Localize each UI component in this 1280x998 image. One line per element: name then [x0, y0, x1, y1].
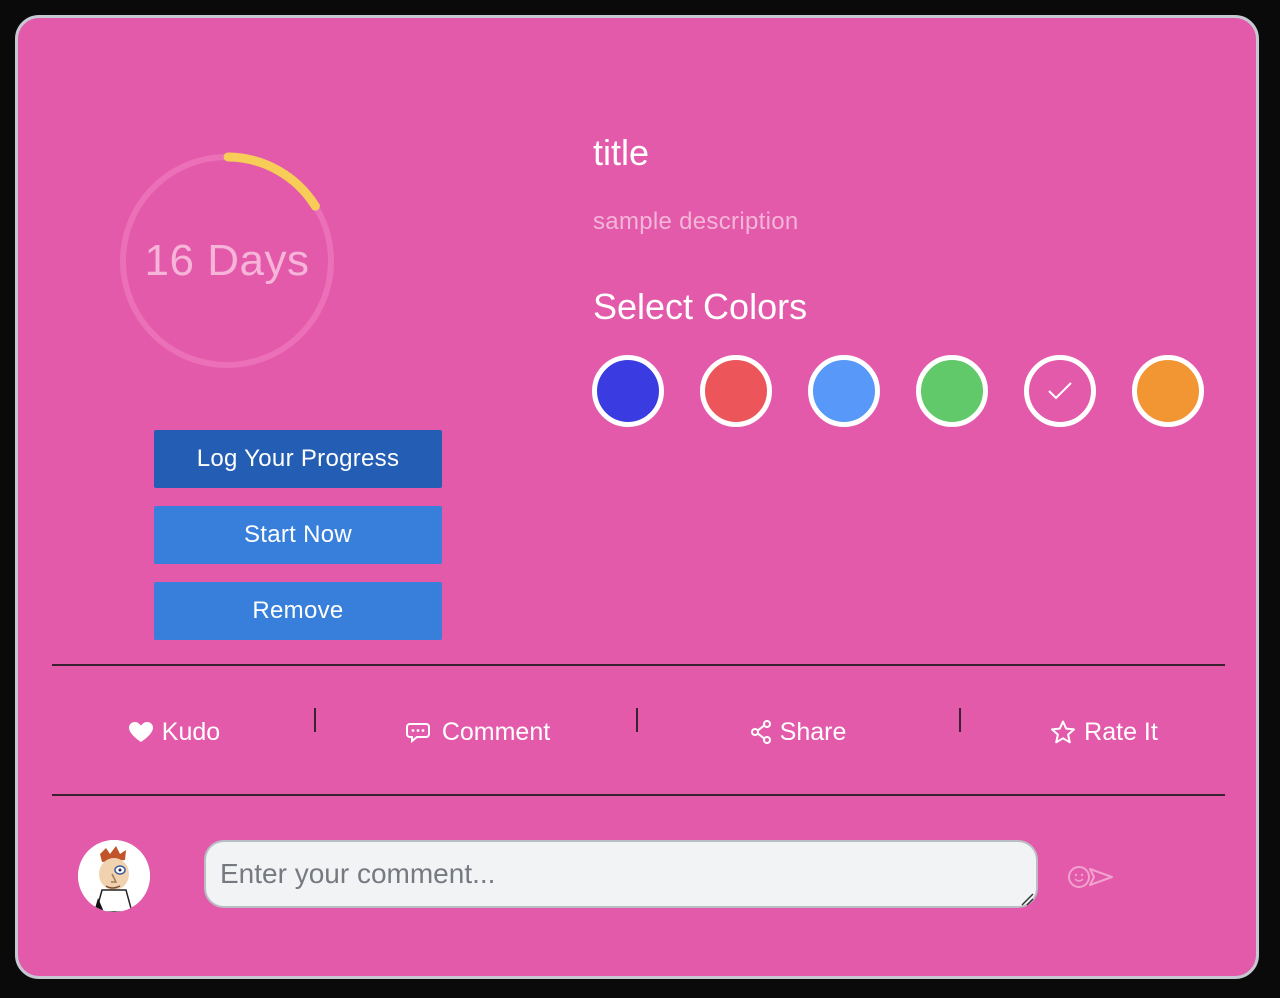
- send-button[interactable]: [1066, 860, 1118, 894]
- share-icon: [750, 720, 771, 744]
- color-swatch-light-blue[interactable]: [808, 355, 880, 427]
- remove-button[interactable]: Remove: [154, 582, 442, 640]
- progress-ring: 16 Days: [117, 151, 337, 371]
- cartoon-avatar-icon: [78, 840, 150, 912]
- comment-input[interactable]: [204, 840, 1038, 908]
- color-swatch-pink[interactable]: [1024, 355, 1096, 427]
- comment-label: Comment: [441, 717, 551, 746]
- check-icon: [1048, 382, 1072, 400]
- action-separator: [636, 708, 638, 732]
- kudo-label: Kudo: [161, 717, 221, 746]
- send-icon: [1068, 866, 1113, 888]
- color-swatches: [592, 355, 1212, 429]
- item-title: title: [593, 132, 650, 173]
- select-colors-heading: Select Colors: [593, 286, 808, 327]
- start-now-button[interactable]: Start Now: [154, 506, 442, 564]
- share-action[interactable]: Share: [738, 708, 858, 756]
- divider: [52, 794, 1225, 796]
- color-swatch-blue[interactable]: [592, 355, 664, 427]
- comment-action[interactable]: Comment: [388, 708, 568, 756]
- rate-label: Rate It: [1084, 717, 1158, 746]
- kudo-action[interactable]: Kudo: [114, 708, 234, 756]
- item-description: sample description: [593, 208, 799, 235]
- divider: [52, 664, 1225, 666]
- progress-label: 16 Days: [144, 236, 310, 285]
- action-separator: [314, 708, 316, 732]
- action-separator: [959, 708, 961, 732]
- color-swatch-green[interactable]: [916, 355, 988, 427]
- rate-action[interactable]: Rate It: [1034, 708, 1174, 756]
- color-swatch-red[interactable]: [700, 355, 772, 427]
- log-progress-button[interactable]: Log Your Progress: [154, 430, 442, 488]
- comment-icon: [405, 723, 430, 744]
- share-label: Share: [779, 717, 847, 746]
- color-swatch-orange[interactable]: [1132, 355, 1204, 427]
- challenge-card: 16 Days Log Your Progress Start Now Remo…: [15, 15, 1259, 979]
- heart-icon: [128, 722, 153, 742]
- user-avatar: [78, 840, 150, 912]
- star-icon: [1051, 720, 1076, 744]
